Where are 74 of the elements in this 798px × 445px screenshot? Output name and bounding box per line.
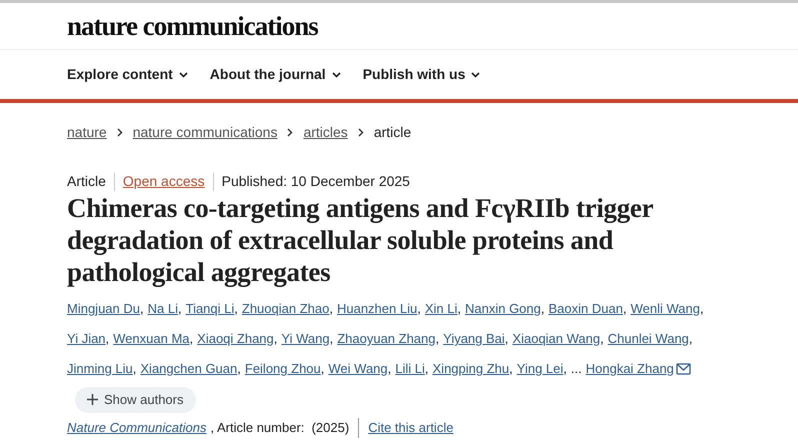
author-link[interactable]: Ying Lei: [516, 354, 564, 384]
published-date: Published: 10 December 2025: [222, 172, 410, 191]
comma: ,: [140, 300, 144, 318]
cite-link[interactable]: Cite this article: [368, 418, 454, 438]
comma: ,: [320, 360, 324, 378]
author-link[interactable]: Xingping Zhu: [432, 354, 510, 384]
nav-menu-button[interactable]: Publish with us: [362, 64, 480, 85]
comma: ,: [274, 330, 278, 348]
journal-link[interactable]: Nature Communications: [67, 418, 206, 438]
comma: ,: [700, 300, 704, 318]
breadcrumb-link[interactable]: nature: [67, 122, 107, 143]
chevron-down-icon: [178, 72, 188, 78]
comma: ,: [509, 360, 513, 378]
comma: ,: [424, 360, 429, 378]
author-link[interactable]: Yi Wang: [281, 324, 330, 354]
comma: ,: [178, 300, 182, 318]
comma: ,: [600, 330, 604, 348]
comma: ,: [237, 360, 241, 378]
comma: ,: [563, 360, 567, 378]
author-link[interactable]: Wenxuan Ma: [113, 324, 190, 354]
author-link[interactable]: Xiaoqian Wang: [512, 324, 600, 354]
comma: ,: [190, 330, 194, 348]
author-link[interactable]: Xin Li: [424, 294, 458, 324]
chevron-right-icon: [116, 128, 123, 137]
author-link[interactable]: Baoxin Duan: [548, 294, 623, 324]
author-link[interactable]: Tianqi Li: [186, 294, 234, 324]
author-link[interactable]: Chunlei Wang: [608, 324, 689, 354]
chevron-right-icon: [358, 128, 364, 137]
article-type: Article: [67, 172, 106, 191]
chevron-down-icon: [332, 72, 341, 78]
nav-menu-button[interactable]: Explore content: [67, 64, 188, 85]
author-link[interactable]: Yi Jian: [67, 324, 106, 354]
author-link[interactable]: Jinming Liu: [67, 354, 133, 384]
ellipsis: ...: [570, 360, 582, 378]
author-link[interactable]: Hongkai Zhang: [586, 354, 674, 384]
author-link[interactable]: Zhaoyuan Zhang: [337, 324, 436, 354]
author-link[interactable]: Nanxin Gong: [464, 294, 541, 324]
comma: ,: [622, 300, 627, 318]
author-link[interactable]: Mingjuan Du: [67, 294, 140, 324]
nav-menu-button[interactable]: About the journal: [210, 64, 341, 85]
plus-icon: [87, 394, 98, 406]
comma: ,: [688, 330, 693, 348]
show-authors-button[interactable]: Show authors: [75, 386, 196, 413]
chevron-down-icon: [471, 72, 480, 78]
author-link[interactable]: Xiaoqi Zhang: [197, 324, 274, 354]
author-link[interactable]: Lili Li: [395, 354, 425, 384]
author-link[interactable]: Xiangchen Guan: [140, 354, 238, 384]
author-link[interactable]: Na Li: [148, 294, 178, 324]
comma: ,: [132, 360, 136, 378]
breadcrumb-current: article: [374, 123, 412, 142]
comma: ,: [234, 300, 238, 318]
breadcrumb-link[interactable]: nature communications: [132, 122, 278, 143]
article-number: , Article number: (2025): [210, 419, 350, 438]
comma: ,: [457, 300, 461, 318]
author-link[interactable]: Wei Wang: [328, 354, 388, 384]
comma: ,: [540, 300, 544, 318]
comma: ,: [330, 330, 334, 348]
comma: ,: [106, 330, 110, 348]
open-access-link[interactable]: Open access: [122, 171, 205, 192]
author-link[interactable]: Zhuoqian Zhao: [242, 294, 330, 324]
mail-icon[interactable]: [676, 363, 691, 375]
comma: ,: [329, 300, 333, 318]
author-link[interactable]: Feilong Zhou: [244, 354, 321, 384]
comma: ,: [504, 330, 508, 348]
breadcrumb-link[interactable]: articles: [303, 122, 348, 143]
author-link[interactable]: Yiyang Bai: [443, 324, 505, 354]
author-link[interactable]: Huanzhen Liu: [336, 294, 418, 324]
author-link[interactable]: Wenli Wang: [630, 294, 700, 324]
article-title: Chimeras co-targeting antigens and FcγRIIb trigger degradation of extracellular soluble proteins and pathological aggregates: [67, 192, 654, 288]
comma: ,: [417, 300, 421, 318]
comma: ,: [388, 360, 392, 378]
site-logo[interactable]: nature communications: [67, 12, 318, 40]
chevron-right-icon: [287, 128, 294, 137]
comma: ,: [436, 330, 440, 348]
